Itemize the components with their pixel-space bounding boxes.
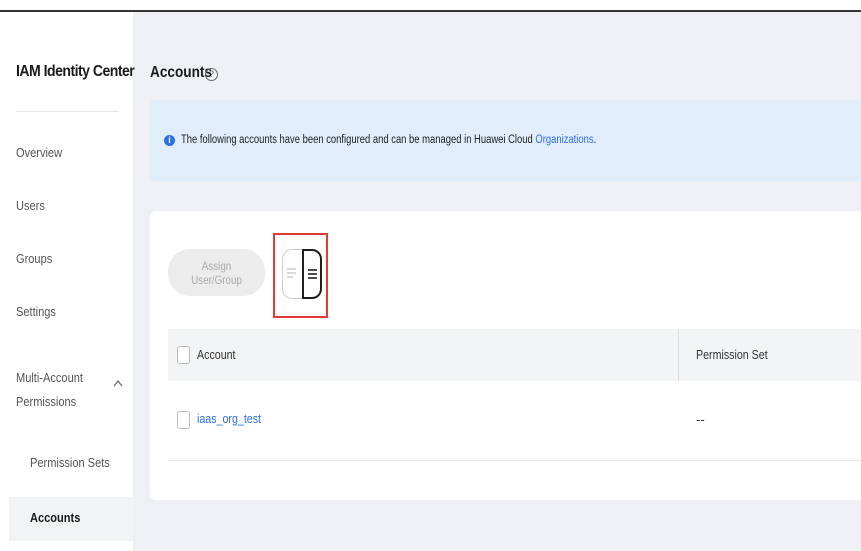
chevron-up-icon (113, 380, 123, 387)
select-all-checkbox[interactable] (177, 346, 190, 364)
info-banner-suffix: . (593, 134, 597, 146)
help-icon[interactable]: ? (205, 68, 218, 81)
accounts-card: Assign User/Group Account Permission Set… (150, 211, 861, 500)
permission-set-value: -- (696, 412, 705, 427)
row-checkbox[interactable] (177, 411, 190, 429)
sidebar-item-users[interactable]: Users (16, 198, 45, 213)
organizations-link[interactable]: Organizations (535, 134, 593, 146)
table-row: iaas_org_test -- (168, 381, 861, 461)
sidebar-group-label: Multi-Account Permissions (16, 370, 83, 409)
view-toggle-detail[interactable] (302, 249, 322, 299)
sidebar-item-groups[interactable]: Groups (16, 251, 52, 266)
table-header: Account Permission Set (168, 329, 861, 381)
sidebar-item-accounts-label: Accounts (30, 510, 81, 525)
sidebar-title: IAM Identity Center (16, 63, 135, 80)
info-banner: i The following accounts have been confi… (150, 100, 861, 181)
sidebar-divider (16, 111, 119, 112)
sidebar-item-permission-sets[interactable]: Permission Sets (30, 455, 110, 470)
view-toggle-highlight (273, 233, 328, 318)
sidebar-item-accounts[interactable]: Accounts (9, 497, 133, 541)
account-name-link[interactable]: iaas_org_test (197, 411, 261, 426)
column-separator (678, 329, 679, 381)
page-title: Accounts (150, 64, 212, 81)
column-header-account: Account (197, 347, 236, 362)
sidebar-group-multi-account-permissions[interactable]: Multi-Account Permissions (16, 360, 124, 420)
sidebar-item-settings[interactable]: Settings (16, 304, 56, 319)
column-header-permission-set: Permission Set (696, 347, 768, 362)
info-banner-message: The following accounts have been configu… (181, 134, 536, 146)
assign-user-group-button[interactable]: Assign User/Group (168, 249, 265, 296)
assign-user-group-label: Assign User/Group (191, 258, 242, 287)
sidebar: IAM Identity Center Overview Users Group… (0, 12, 135, 551)
detail-list-icon (308, 269, 317, 279)
view-toggle-list[interactable] (282, 249, 302, 299)
sidebar-item-overview[interactable]: Overview (16, 145, 62, 160)
info-banner-text: The following accounts have been configu… (181, 134, 596, 146)
list-icon (287, 268, 296, 278)
top-border (0, 0, 861, 12)
info-icon: i (164, 135, 175, 146)
